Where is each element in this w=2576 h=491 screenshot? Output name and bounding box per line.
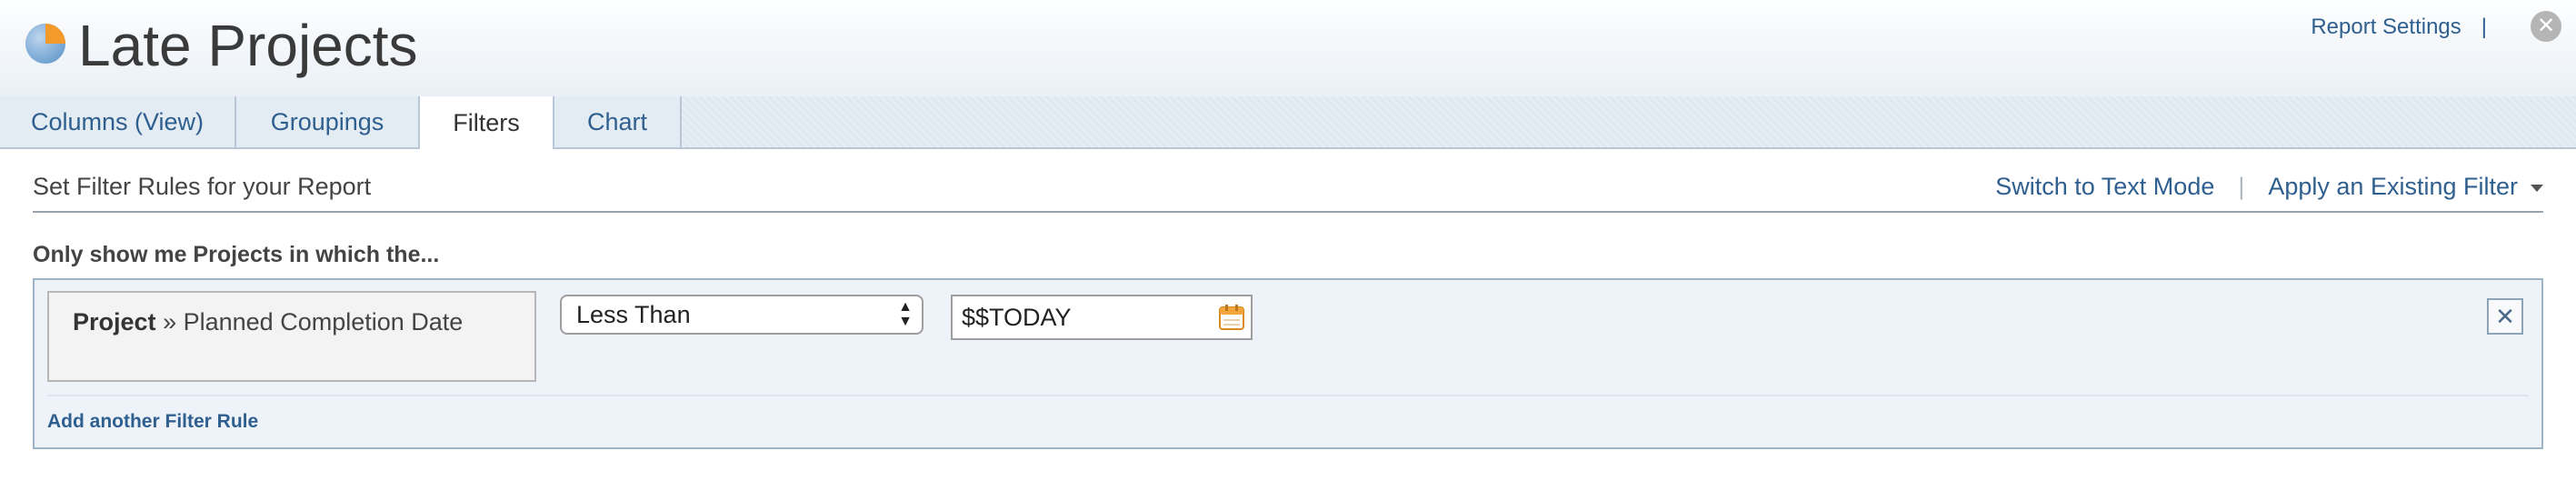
apply-existing-filter-label[interactable]: Apply an Existing Filter [2268, 173, 2518, 200]
pie-chart-icon [25, 24, 65, 64]
select-arrows-icon: ▲ ▼ [898, 299, 913, 329]
header-separator: | [2481, 15, 2487, 39]
field-object: Project [73, 308, 156, 336]
filter-value-input[interactable]: $$TODAY [951, 295, 1253, 340]
report-settings-label[interactable]: Report Settings [2311, 11, 2461, 44]
field-arrow: » [163, 308, 177, 336]
tab-bar: Columns (View) Groupings Filters Chart [0, 96, 2576, 149]
section-links: Switch to Text Mode | Apply an Existing … [1995, 173, 2543, 201]
switch-to-text-mode-link[interactable]: Switch to Text Mode [1995, 173, 2214, 201]
filter-section-header: Set Filter Rules for your Report Switch … [33, 164, 2543, 213]
report-settings-link[interactable]: Report Settings | [2311, 11, 2487, 44]
operator-value: Less Than [576, 301, 691, 328]
page-title: Late Projects [78, 13, 418, 78]
apply-existing-filter-dropdown[interactable]: Apply an Existing Filter [2268, 173, 2543, 201]
remove-rule-button[interactable]: ✕ [2487, 298, 2523, 335]
caret-down-icon[interactable] [2531, 184, 2543, 192]
filter-rule-panel: Project » Planned Completion Date Less T… [33, 278, 2543, 449]
links-divider: | [2238, 173, 2245, 200]
add-filter-rule-link[interactable]: Add another Filter Rule [47, 411, 258, 433]
field-name: Planned Completion Date [183, 308, 464, 336]
operator-select[interactable]: Less Than ▲ ▼ [560, 295, 924, 335]
filter-value-text: $$TODAY [962, 304, 1072, 331]
close-icon[interactable]: ✕ [2531, 11, 2561, 42]
tab-filters[interactable]: Filters [418, 96, 554, 149]
calendar-icon[interactable] [1218, 304, 1245, 331]
filter-intro-text: Only show me Projects in which the... [33, 242, 440, 267]
section-title: Set Filter Rules for your Report [33, 173, 372, 200]
tab-groupings[interactable]: Groupings [236, 96, 420, 147]
tab-chart[interactable]: Chart [554, 96, 682, 147]
tab-columns-view[interactable]: Columns (View) [0, 96, 236, 147]
filter-field-selector[interactable]: Project » Planned Completion Date [47, 291, 536, 382]
report-header: Late Projects Report Settings | ✕ [0, 0, 2576, 98]
rule-divider [47, 395, 2529, 396]
